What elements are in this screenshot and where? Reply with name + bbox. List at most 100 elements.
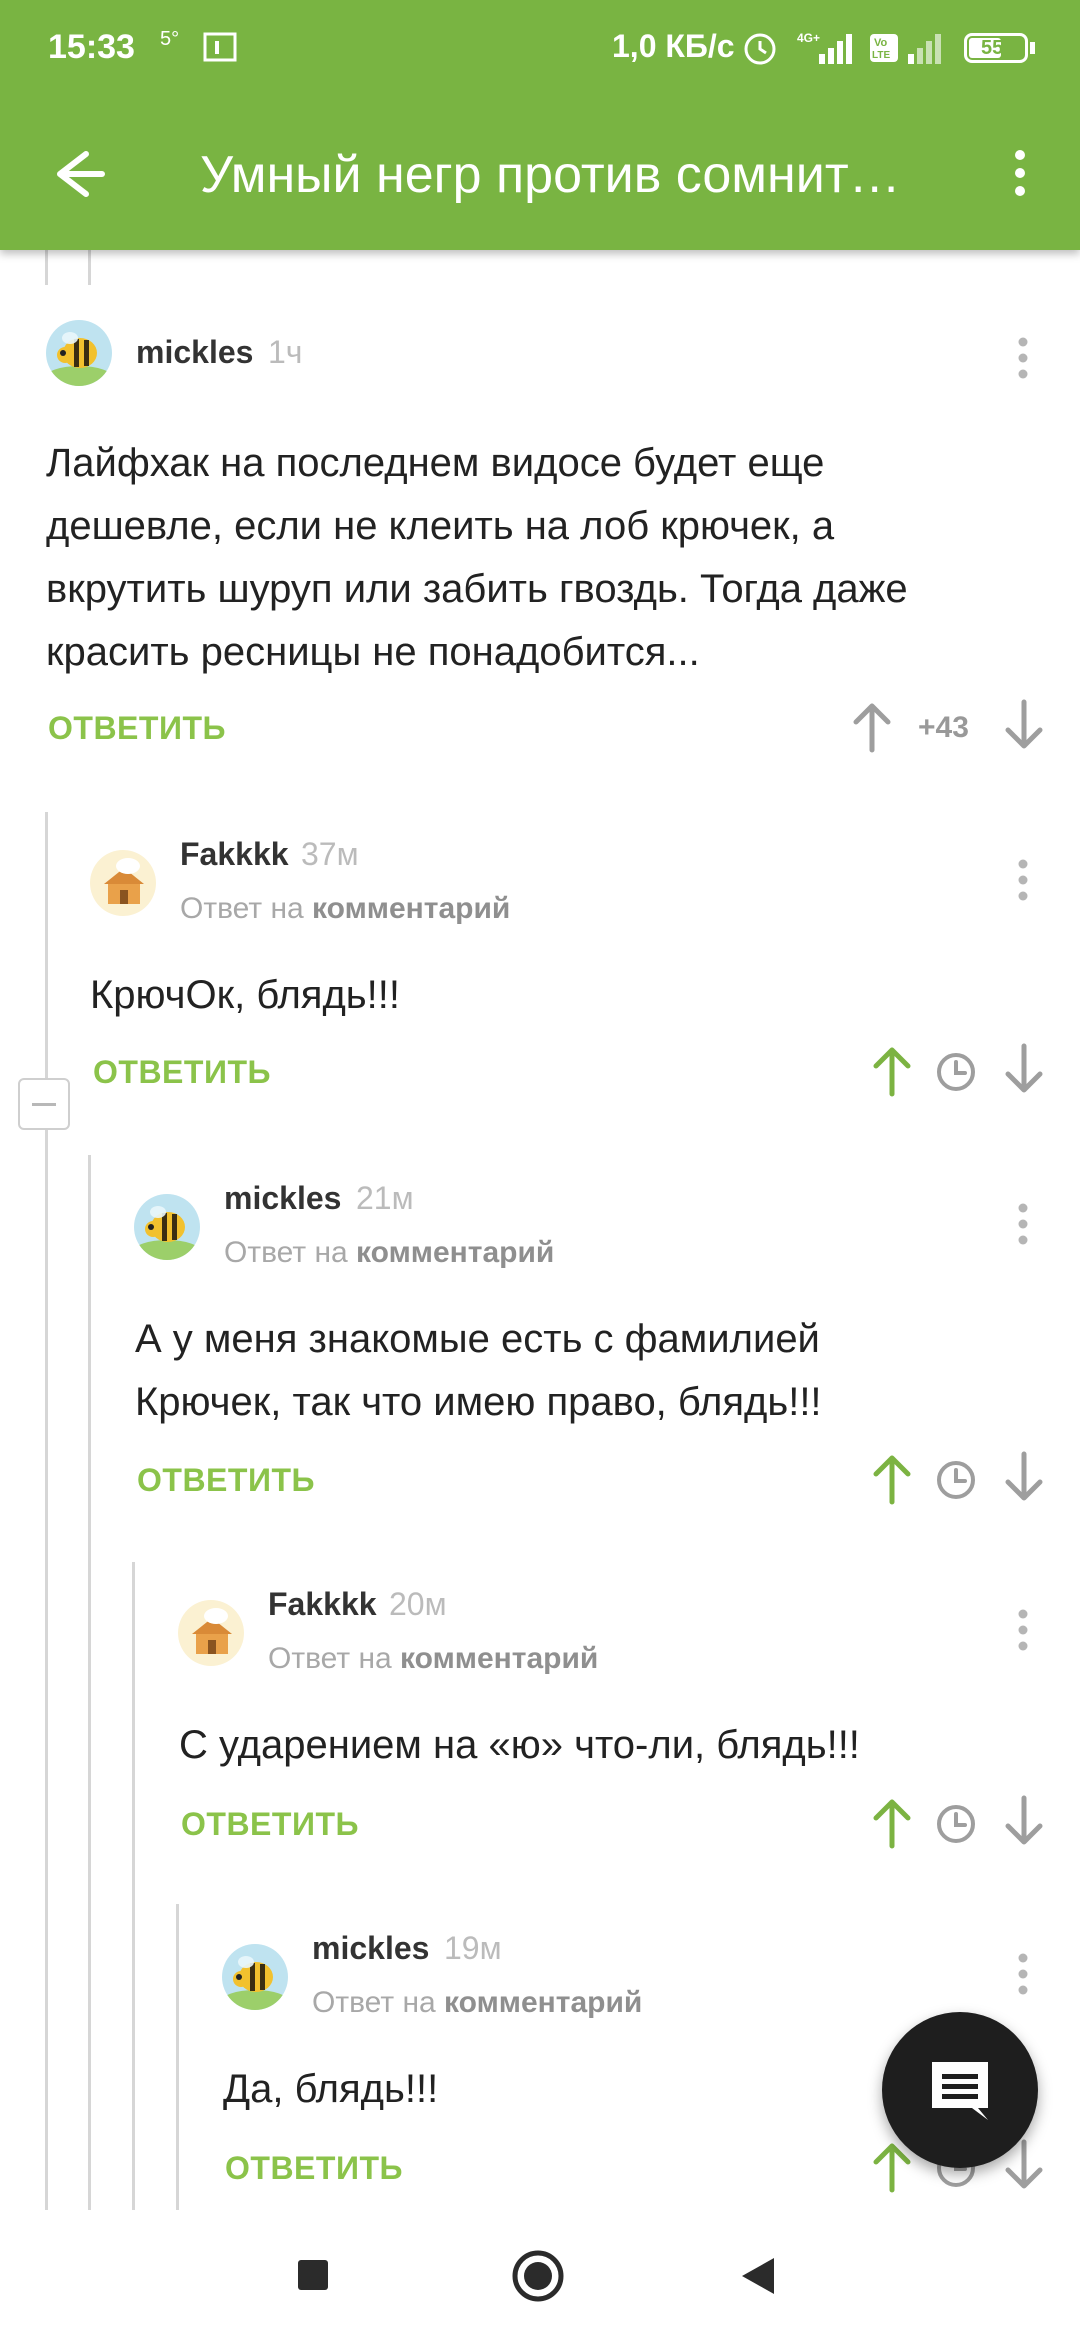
overflow-menu-icon <box>1018 859 1028 901</box>
signal-4g-icon: 4G+ <box>797 31 852 64</box>
comment-text: Да, блядь!!! <box>223 2058 863 2121</box>
comment-menu-button[interactable] <box>1008 1946 1038 2006</box>
history-button[interactable] <box>934 1050 978 1099</box>
add-comment-fab[interactable] <box>882 2012 1038 2168</box>
comments-list[interactable]: mickles 1ч Лайфхак на последнем видосе б… <box>0 250 1080 2210</box>
upvote-arrow-icon <box>873 1047 911 1097</box>
reply-button[interactable]: ОТВЕТИТЬ <box>225 2150 403 2187</box>
back-button[interactable] <box>40 138 116 208</box>
thread-line <box>45 812 48 2210</box>
comment-text-line: С ударением на «ю» что-ли, блядь!!! <box>179 1723 860 1767</box>
reply-button[interactable]: ОТВЕТИТЬ <box>181 1806 359 1843</box>
comment-author[interactable]: Fakkkk <box>180 836 289 873</box>
comment-icon <box>932 2062 988 2120</box>
comment-menu-button[interactable] <box>1008 330 1038 390</box>
nav-home-button[interactable] <box>512 2250 564 2302</box>
nav-recents-button[interactable] <box>296 2258 330 2292</box>
comment-author[interactable]: mickles <box>312 1930 429 1967</box>
comment-text-line: Лайфхак на последнем видосе будет еще <box>46 441 825 485</box>
comment-text-line: Крючек, так что имею право, блядь!!! <box>135 1380 822 1424</box>
overflow-menu-icon <box>1018 337 1028 379</box>
collapse-thread-button[interactable] <box>18 1078 70 1130</box>
back-arrow-icon <box>57 151 105 197</box>
avatar[interactable] <box>90 850 156 916</box>
status-bar: 15:33 5° 1,0 КБ/с 4G+ Vo LTE 55 <box>0 0 1080 95</box>
comment-text-line: красить ресницы не понадобится... <box>46 630 700 674</box>
thread-line <box>88 1155 91 2210</box>
bee-avatar-icon <box>222 1944 288 2010</box>
reply-target-link[interactable]: комментарий <box>312 892 510 925</box>
status-temperature: 5° <box>160 28 180 50</box>
reply-prefix: Ответ на <box>312 1986 445 2019</box>
alarm-icon <box>744 33 776 65</box>
battery-icon: 55 <box>964 33 1028 63</box>
avatar[interactable] <box>46 320 112 386</box>
comment-time: 20м <box>389 1586 447 1622</box>
comment-author[interactable]: mickles <box>136 334 253 371</box>
upvote-button[interactable] <box>868 1794 916 1855</box>
thread-line <box>45 250 48 285</box>
nav-back-icon <box>742 2258 774 2294</box>
downvote-button[interactable] <box>1000 698 1048 759</box>
thread-line <box>132 1562 135 2210</box>
comment-time: 19м <box>444 1930 502 1966</box>
bee-avatar-icon <box>134 1194 200 1260</box>
comment-menu-button[interactable] <box>1008 1196 1038 1256</box>
reply-reference[interactable]: Ответ на комментарий <box>268 1642 598 1676</box>
thread-line <box>88 250 91 285</box>
comment-time: 37м <box>301 836 359 872</box>
reply-prefix: Ответ на <box>268 1642 401 1675</box>
downvote-button[interactable] <box>1000 1450 1048 1511</box>
status-time: 15:33 <box>48 28 135 66</box>
overflow-menu-icon <box>1015 150 1025 196</box>
status-network-speed: 1,0 КБ/с <box>612 28 735 64</box>
comment-time: 21м <box>356 1180 414 1216</box>
comment-text-line: вкрутить шуруп или забить гвоздь. Тогда … <box>46 567 908 611</box>
thread-line <box>176 1904 179 2210</box>
reply-target-link[interactable]: комментарий <box>400 1642 598 1675</box>
comment-author[interactable]: mickles <box>224 1180 341 1217</box>
downvote-button[interactable] <box>1000 1794 1048 1855</box>
comment-author[interactable]: Fakkkk <box>268 1586 377 1623</box>
avatar[interactable] <box>134 1194 200 1260</box>
upvote-button[interactable] <box>868 1450 916 1511</box>
reply-target-link[interactable]: комментарий <box>444 1986 642 2019</box>
upvote-button[interactable] <box>868 1042 916 1103</box>
reply-button[interactable]: ОТВЕТИТЬ <box>137 1462 315 1499</box>
history-button[interactable] <box>934 1458 978 1507</box>
reply-prefix: Ответ на <box>180 892 313 925</box>
downvote-arrow-icon <box>1005 1043 1043 1093</box>
reply-button[interactable]: ОТВЕТИТЬ <box>93 1054 271 1091</box>
nav-back-button[interactable] <box>738 2254 778 2298</box>
reply-target-link[interactable]: комментарий <box>356 1236 554 1269</box>
downvote-button[interactable] <box>1000 1042 1048 1103</box>
svg-text:LTE: LTE <box>872 50 890 61</box>
house-avatar-icon <box>178 1600 244 1666</box>
comment-text-line: КрючОк, блядь!!! <box>90 973 400 1017</box>
downvote-arrow-icon <box>1005 1795 1043 1845</box>
reply-button[interactable]: ОТВЕТИТЬ <box>48 710 226 747</box>
comment-time: 1ч <box>268 334 303 370</box>
comment-menu-button[interactable] <box>1008 852 1038 912</box>
svg-text:Vo: Vo <box>874 37 888 49</box>
upvote-button[interactable] <box>848 698 896 759</box>
overflow-menu-icon <box>1018 1609 1028 1651</box>
comment-text-line: Да, блядь!!! <box>223 2067 439 2111</box>
comment-text: А у меня знакомые есть с фамилией Крючек… <box>135 1308 1050 1434</box>
comment-score: +43 <box>918 711 969 744</box>
avatar[interactable] <box>222 1944 288 2010</box>
clock-icon <box>937 1053 975 1091</box>
screen-icon <box>203 32 237 62</box>
comment-menu-button[interactable] <box>1008 1602 1038 1662</box>
reply-reference[interactable]: Ответ на комментарий <box>224 1236 554 1270</box>
upvote-arrow-icon <box>853 703 891 753</box>
nav-home-icon <box>512 2250 564 2302</box>
overflow-menu-button[interactable] <box>1000 140 1040 210</box>
downvote-arrow-icon <box>1005 1451 1043 1501</box>
reply-reference[interactable]: Ответ на комментарий <box>312 1986 642 2020</box>
overflow-menu-icon <box>1018 1203 1028 1245</box>
history-button[interactable] <box>934 1802 978 1851</box>
avatar[interactable] <box>178 1600 244 1666</box>
upvote-arrow-icon <box>873 1799 911 1849</box>
reply-reference[interactable]: Ответ на комментарий <box>180 892 510 926</box>
